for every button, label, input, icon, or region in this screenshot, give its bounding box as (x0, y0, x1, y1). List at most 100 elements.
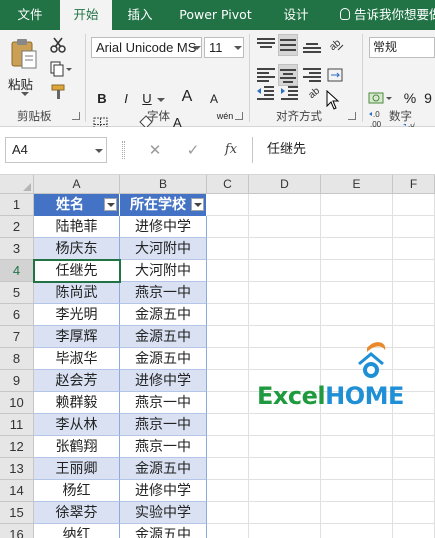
align-center-button[interactable] (278, 64, 298, 86)
row-header[interactable]: 16 (0, 524, 34, 538)
cell-school[interactable]: 金源五中 (120, 304, 207, 326)
formula-bar-grip[interactable] (122, 141, 125, 159)
empty-cell[interactable] (321, 216, 393, 238)
orientation-icon[interactable]: ab (327, 35, 345, 53)
empty-cell[interactable] (207, 326, 249, 348)
cell-name[interactable]: 杨庆东 (34, 238, 120, 260)
italic-button[interactable]: I (119, 91, 133, 107)
percent-button[interactable]: % (402, 90, 418, 106)
cell-school[interactable]: 实验中学 (120, 502, 207, 524)
align-bottom-icon[interactable] (303, 39, 321, 53)
empty-cell[interactable] (393, 326, 435, 348)
wrap-text-icon[interactable] (327, 67, 343, 83)
empty-cell[interactable] (393, 282, 435, 304)
empty-cell[interactable] (321, 436, 393, 458)
empty-cell[interactable] (321, 524, 393, 538)
empty-cell[interactable] (207, 480, 249, 502)
empty-cell[interactable] (207, 260, 249, 282)
empty-cell[interactable] (249, 480, 321, 502)
empty-cell[interactable] (393, 304, 435, 326)
cell-name[interactable]: 李从林 (34, 414, 120, 436)
tab-design[interactable]: 设计 (270, 0, 322, 30)
empty-cell[interactable] (321, 282, 393, 304)
row-header[interactable]: 8 (0, 348, 34, 370)
cell-name[interactable]: 李光明 (34, 304, 120, 326)
empty-cell[interactable] (249, 260, 321, 282)
column-header-a[interactable]: A (34, 175, 120, 194)
cancel-icon[interactable]: ✕ (144, 137, 166, 163)
cell-name[interactable]: 徐翠芬 (34, 502, 120, 524)
bold-button[interactable]: B (93, 91, 111, 107)
underline-button[interactable]: U (140, 91, 154, 107)
number-format-select[interactable]: 常规 (369, 37, 435, 58)
cell-school[interactable]: 燕京一中 (120, 392, 207, 414)
empty-cell[interactable] (207, 304, 249, 326)
empty-cell[interactable] (393, 216, 435, 238)
empty-cell[interactable] (207, 348, 249, 370)
alignment-launcher-icon[interactable] (348, 112, 356, 120)
empty-cell[interactable] (207, 238, 249, 260)
empty-cell[interactable] (249, 194, 321, 216)
empty-cell[interactable] (249, 458, 321, 480)
empty-cell[interactable] (207, 502, 249, 524)
table-header-name[interactable]: 姓名 (34, 194, 120, 216)
row-header[interactable]: 5 (0, 282, 34, 304)
empty-cell[interactable] (321, 194, 393, 216)
font-launcher-icon[interactable] (235, 112, 243, 120)
cell-name[interactable]: 王丽卿 (34, 458, 120, 480)
cell-school[interactable]: 金源五中 (120, 524, 207, 538)
cell-name[interactable]: 陈尚武 (34, 282, 120, 304)
empty-cell[interactable] (249, 216, 321, 238)
empty-cell[interactable] (321, 458, 393, 480)
formula-input[interactable]: 任继先 (252, 137, 435, 163)
cell-school[interactable]: 进修中学 (120, 370, 207, 392)
column-header-b[interactable]: B (120, 175, 207, 194)
table-header-school[interactable]: 所在学校 (120, 194, 207, 216)
cell-school[interactable]: 燕京一中 (120, 282, 207, 304)
cut-icon[interactable] (50, 37, 66, 53)
empty-cell[interactable] (207, 194, 249, 216)
row-header[interactable]: 2 (0, 216, 34, 238)
column-header-f[interactable]: F (393, 175, 435, 194)
increase-indent-icon[interactable] (281, 86, 299, 100)
row-header[interactable]: 11 (0, 414, 34, 436)
chevron-down-icon[interactable] (95, 149, 103, 153)
name-box[interactable]: A4 (5, 137, 107, 163)
cell-school[interactable]: 进修中学 (120, 480, 207, 502)
row-header[interactable]: 3 (0, 238, 34, 260)
cell-school[interactable]: 燕京一中 (120, 414, 207, 436)
empty-cell[interactable] (393, 458, 435, 480)
column-header-d[interactable]: D (249, 175, 321, 194)
decrease-indent-icon[interactable] (257, 86, 275, 100)
empty-cell[interactable] (207, 370, 249, 392)
phonetic-guide-button[interactable]: wén (214, 111, 236, 121)
cell-school[interactable]: 金源五中 (120, 326, 207, 348)
cell-name[interactable]: 张鹤翔 (34, 436, 120, 458)
enter-icon[interactable]: ✓ (182, 137, 204, 163)
empty-cell[interactable] (249, 326, 321, 348)
column-header-c[interactable]: C (207, 175, 249, 194)
row-header[interactable]: 4 (0, 260, 34, 282)
empty-cell[interactable] (393, 238, 435, 260)
empty-cell[interactable] (321, 238, 393, 260)
empty-cell[interactable] (207, 216, 249, 238)
cell-school[interactable]: 燕京一中 (120, 436, 207, 458)
empty-cell[interactable] (207, 524, 249, 538)
row-header[interactable]: 1 (0, 194, 34, 216)
empty-cell[interactable] (249, 524, 321, 538)
filter-dropdown-icon[interactable] (191, 198, 204, 211)
tab-file[interactable]: 文件 (0, 0, 60, 30)
cell-school[interactable]: 进修中学 (120, 216, 207, 238)
shrink-font-button[interactable]: A (207, 91, 221, 107)
row-header[interactable]: 7 (0, 326, 34, 348)
cell-name[interactable]: 陆艳菲 (34, 216, 120, 238)
cell-name[interactable]: 赖群毅 (34, 392, 120, 414)
empty-cell[interactable] (393, 480, 435, 502)
align-left-icon[interactable] (257, 68, 275, 82)
tell-me-search[interactable]: 告诉我你想要做 (340, 0, 435, 30)
empty-cell[interactable] (321, 502, 393, 524)
tab-home[interactable]: 开始 (60, 0, 112, 30)
empty-cell[interactable] (321, 260, 393, 282)
cell-name[interactable]: 毕淑华 (34, 348, 120, 370)
align-top-icon[interactable] (257, 38, 275, 52)
